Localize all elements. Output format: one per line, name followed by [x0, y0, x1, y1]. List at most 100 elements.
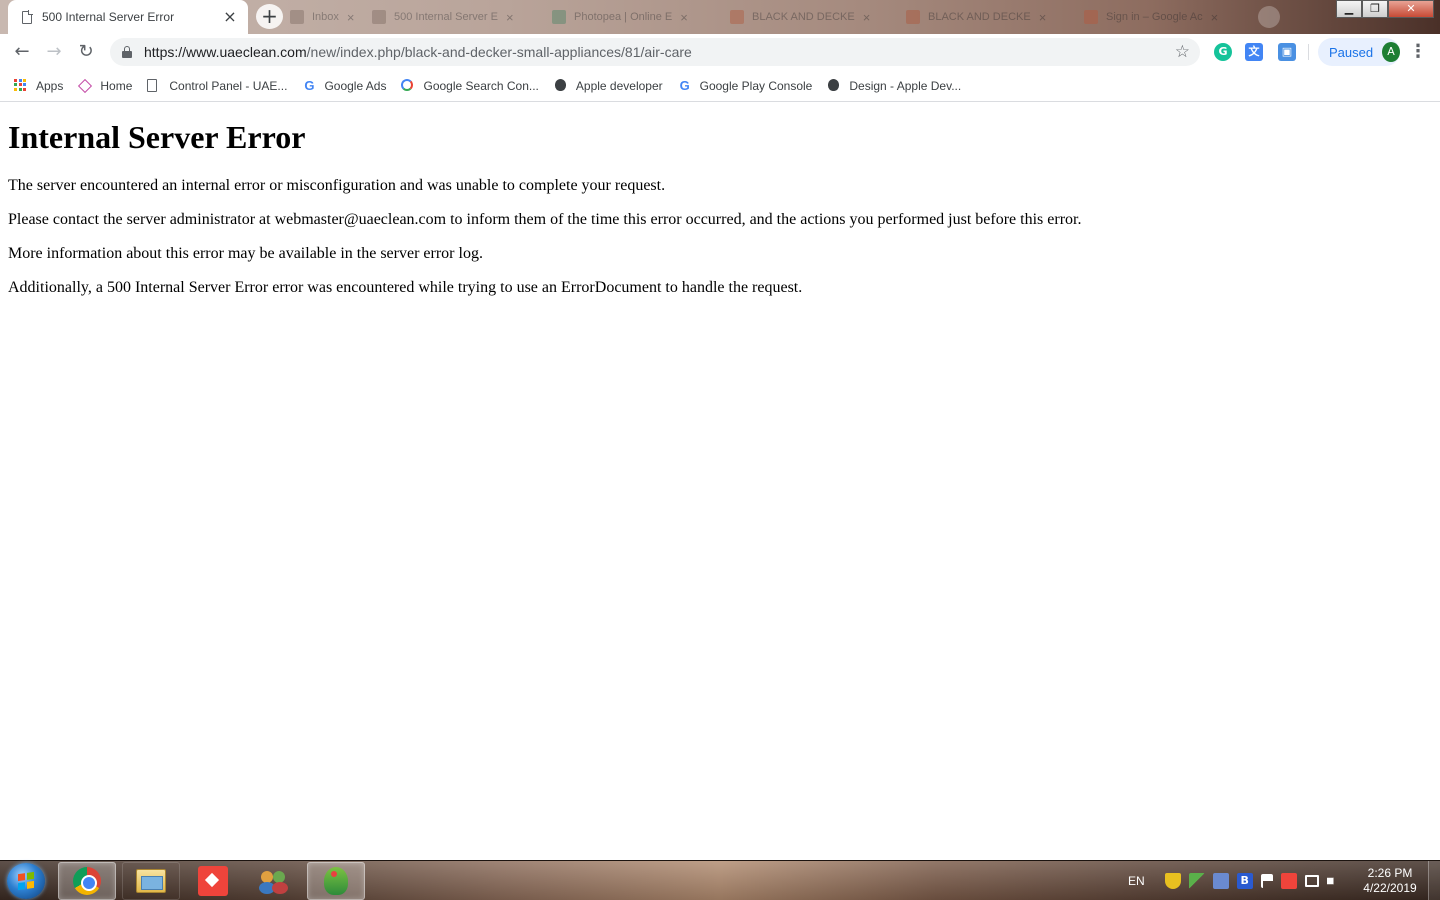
- bookmark-label: Control Panel - UAE...: [169, 78, 288, 93]
- bookmark-design-apple[interactable]: Design - Apple Dev...: [827, 78, 962, 93]
- error-paragraph: Please contact the server administrator …: [8, 211, 1082, 228]
- url-host: https://www.uaeclean.com: [144, 44, 307, 60]
- browser-menu-icon[interactable]: ⋮: [1408, 42, 1428, 62]
- bookmark-control-panel[interactable]: Control Panel - UAE...: [147, 78, 288, 93]
- security-shield-icon[interactable]: [1164, 873, 1181, 889]
- folder-icon: [136, 869, 166, 893]
- tab-close-icon[interactable]: ×: [1039, 10, 1047, 25]
- url-text[interactable]: https://www.uaeclean.com/new/index.php/b…: [144, 44, 1175, 60]
- tab-favicon-icon: [290, 10, 304, 24]
- bookmark-apple-developer[interactable]: Apple developer: [554, 78, 663, 93]
- apple-icon: [554, 78, 566, 91]
- bookmark-play-console[interactable]: G Google Play Console: [678, 77, 813, 93]
- anydesk-icon: [198, 866, 228, 896]
- bookmark-label: Google Search Con...: [423, 78, 539, 93]
- page-title: Internal Server Error: [8, 119, 306, 155]
- clock-time: 2:26 PM: [1367, 866, 1413, 880]
- profile-button[interactable]: Paused A: [1318, 38, 1400, 66]
- browser-toolbar: ← → ↻ https://www.uaeclean.com/new/index…: [0, 34, 1440, 70]
- error-paragraph: More information about this error may be…: [8, 245, 483, 262]
- chrome-icon: [73, 867, 101, 895]
- page-content: Internal Server Error The server encount…: [0, 103, 1440, 860]
- windows-taskbar: EN B 2:26 PM 4/22/2019: [0, 860, 1440, 900]
- bookmark-apps[interactable]: Apps: [14, 78, 64, 93]
- tab-close-icon[interactable]: ×: [1211, 10, 1219, 25]
- error-paragraph: The server encountered an internal error…: [8, 177, 666, 194]
- taskbar-parrot-app[interactable]: [307, 862, 365, 900]
- bookmark-home[interactable]: Home: [78, 78, 133, 93]
- minimize-button[interactable]: ▁: [1336, 0, 1362, 18]
- bookmark-label: Design - Apple Dev...: [849, 78, 962, 93]
- start-button[interactable]: [7, 863, 45, 899]
- action-center-flag-icon[interactable]: [1260, 874, 1273, 888]
- bookmarks-bar: Apps Home Control Panel - UAE... G Googl…: [0, 70, 1440, 102]
- taskbar-file-explorer[interactable]: [122, 862, 180, 900]
- tab-background[interactable]: BLACK AND DECKE ×: [730, 6, 870, 28]
- bookmark-label: Google Ads: [324, 78, 387, 93]
- pen-tool-icon[interactable]: [1188, 873, 1205, 889]
- apps-grid-icon: [14, 78, 28, 93]
- tab-background[interactable]: Inbox ×: [290, 6, 355, 28]
- bookmark-search-console[interactable]: Google Search Con...: [401, 78, 539, 93]
- tab-close-icon[interactable]: ×: [506, 10, 514, 25]
- new-tab-button[interactable]: +: [256, 4, 283, 29]
- bookmark-google-ads[interactable]: G Google Ads: [302, 77, 387, 93]
- bookmark-label: Apps: [36, 78, 64, 93]
- profile-status: Paused: [1329, 44, 1374, 60]
- apple-icon: [828, 78, 840, 91]
- avatar: A: [1382, 42, 1400, 62]
- tab-close-icon[interactable]: ×: [863, 10, 871, 25]
- network-icon[interactable]: [1304, 875, 1319, 887]
- tab-active[interactable]: 500 Internal Server Error ×: [8, 0, 248, 34]
- lock-icon[interactable]: [122, 46, 132, 58]
- close-window-button[interactable]: ✕: [1388, 0, 1434, 18]
- search-console-icon: [401, 78, 414, 91]
- sync-app-icon[interactable]: [1212, 873, 1229, 889]
- forward-button[interactable]: →: [40, 38, 68, 66]
- toolbar-divider: [1308, 44, 1309, 60]
- reload-button[interactable]: ↻: [72, 38, 100, 66]
- bookmark-label: Google Play Console: [699, 78, 813, 93]
- tab-close-icon[interactable]: ×: [680, 10, 688, 25]
- bookmark-star-icon[interactable]: ☆: [1175, 42, 1190, 62]
- maximize-button[interactable]: ❐: [1362, 0, 1388, 18]
- grammarly-icon[interactable]: G: [1214, 43, 1232, 61]
- bookmark-label: Apple developer: [575, 78, 663, 93]
- windows-logo-icon: [18, 871, 34, 891]
- tab-background[interactable]: 500 Internal Server E ×: [372, 6, 514, 28]
- tab-background[interactable]: Photopea | Online E ×: [552, 6, 688, 28]
- diamond-icon: [78, 78, 93, 93]
- b-app-icon[interactable]: B: [1236, 873, 1253, 889]
- taskbar-contacts[interactable]: [245, 862, 303, 900]
- address-bar[interactable]: https://www.uaeclean.com/new/index.php/b…: [110, 38, 1200, 66]
- tab-search-icon[interactable]: [1258, 6, 1280, 28]
- volume-muted-icon[interactable]: [1326, 873, 1340, 889]
- tab-title: 500 Internal Server E: [394, 11, 498, 23]
- window-controls: ▁ ❐ ✕: [1336, 0, 1434, 20]
- google-translate-icon[interactable]: 文: [1245, 43, 1263, 61]
- tab-favicon-icon: [372, 10, 386, 24]
- parrot-icon: [324, 867, 348, 895]
- page-icon: [22, 9, 33, 24]
- tab-close-icon[interactable]: ×: [222, 9, 238, 25]
- tab-background[interactable]: BLACK AND DECKE ×: [906, 6, 1046, 28]
- browser-tab-strip: 500 Internal Server Error × + Inbox × 50…: [0, 0, 1440, 34]
- taskbar-anydesk[interactable]: [184, 862, 242, 900]
- clock-date: 4/22/2019: [1363, 881, 1417, 895]
- tab-title: Sign in – Google Ac: [1106, 11, 1203, 23]
- tab-favicon-icon: [1084, 10, 1098, 24]
- bookmark-label: Home: [100, 78, 133, 93]
- language-indicator[interactable]: EN: [1128, 874, 1145, 888]
- taskbar-chrome[interactable]: [58, 862, 116, 900]
- extension-icon[interactable]: ▣: [1278, 43, 1296, 61]
- anydesk-tray-icon[interactable]: [1280, 873, 1297, 889]
- show-desktop-button[interactable]: [1428, 861, 1440, 900]
- system-clock[interactable]: 2:26 PM 4/22/2019: [1356, 866, 1424, 896]
- google-icon: G: [679, 77, 690, 93]
- tab-favicon-icon: [552, 10, 566, 24]
- tab-title: BLACK AND DECKE: [752, 11, 855, 23]
- back-button[interactable]: ←: [8, 38, 36, 66]
- tab-background[interactable]: Sign in – Google Ac ×: [1084, 6, 1218, 28]
- tab-close-icon[interactable]: ×: [347, 10, 355, 25]
- google-icon: G: [304, 77, 315, 93]
